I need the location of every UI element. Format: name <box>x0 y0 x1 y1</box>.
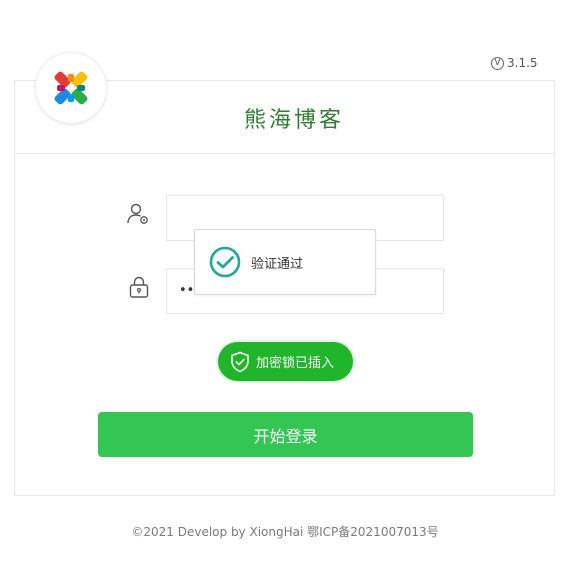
shield-check-icon <box>231 351 249 372</box>
footer-copyright: ©2021 Develop by XiongHai 鄂ICP备202100701… <box>131 525 439 539</box>
usb-key-label: 加密锁已插入 <box>256 356 335 371</box>
usb-key-status-badge: 加密锁已插入 <box>218 342 353 381</box>
check-circle-icon <box>209 246 241 278</box>
login-button[interactable]: 开始登录 <box>98 412 473 457</box>
lock-icon <box>129 276 149 298</box>
site-title: 熊海博客 <box>243 108 344 133</box>
version-icon: V <box>491 56 504 70</box>
user-settings-icon <box>127 203 148 224</box>
verification-toast: 验证通过 <box>194 229 376 295</box>
version-badge: V 3.1.5 <box>491 55 538 71</box>
version-label: 3.1.5 <box>507 56 538 70</box>
toast-message: 验证通过 <box>251 256 304 272</box>
